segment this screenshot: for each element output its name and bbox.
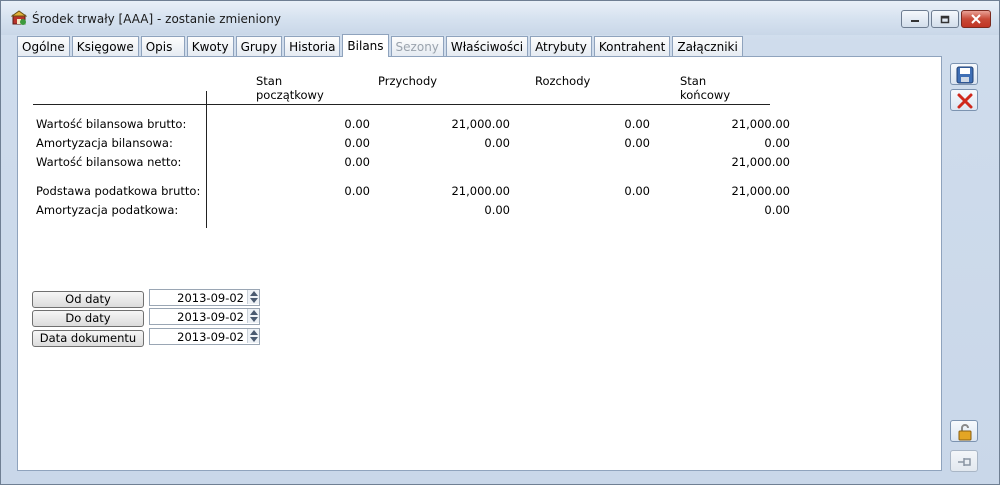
- value-depr-end: 0.00: [764, 136, 790, 150]
- od-daty-spinner[interactable]: [247, 290, 259, 305]
- pin-button[interactable]: [950, 450, 978, 472]
- padlock-icon: [958, 424, 972, 441]
- title-bar[interactable]: Środek trwały [AAA] - zostanie zmieniony: [1, 1, 999, 35]
- column-header-start: Stan początkowy: [256, 74, 324, 102]
- do-daty-field[interactable]: [149, 308, 260, 325]
- column-header-income: Przychody: [378, 74, 438, 88]
- tab-wlasciwosci[interactable]: Właściwości: [445, 36, 529, 56]
- value-depr-income: 0.00: [484, 136, 510, 150]
- bilans-panel: Stan początkowy Przychody Rozchody Stan …: [17, 56, 942, 471]
- do-daty-button[interactable]: Do daty: [32, 310, 144, 327]
- row-label-gross-balance: Wartość bilansowa brutto:: [36, 117, 187, 131]
- spin-up-icon[interactable]: [247, 309, 259, 316]
- value-taxbase-end: 21,000.00: [731, 184, 790, 198]
- tab-opis[interactable]: Opis: [140, 36, 185, 56]
- minimize-button[interactable]: [901, 10, 929, 28]
- close-icon: [971, 14, 981, 24]
- fixed-asset-window: Środek trwały [AAA] - zostanie zmieniony…: [0, 0, 1000, 485]
- spin-down-icon[interactable]: [247, 297, 259, 304]
- tab-kwoty[interactable]: Kwoty: [186, 36, 234, 56]
- value-gross-income: 21,000.00: [451, 117, 510, 131]
- tab-ksiegowe[interactable]: Księgowe: [71, 36, 139, 56]
- data-dokumentu-input[interactable]: [150, 329, 246, 344]
- cancel-button[interactable]: [950, 89, 978, 111]
- cancel-icon: [957, 93, 973, 109]
- spin-up-icon[interactable]: [247, 290, 259, 297]
- value-taxdepr-income: 0.00: [484, 203, 510, 217]
- save-icon: [956, 66, 974, 84]
- tab-atrybuty[interactable]: Atrybuty: [530, 36, 592, 56]
- tab-bilans[interactable]: Bilans: [342, 34, 389, 57]
- value-taxbase-start: 0.00: [344, 184, 370, 198]
- header-divider: [33, 104, 770, 105]
- tab-kontrahent[interactable]: Kontrahent: [593, 36, 671, 56]
- pin-icon: [958, 458, 971, 466]
- do-daty-input[interactable]: [150, 309, 246, 324]
- data-dokumentu-field[interactable]: [149, 328, 260, 345]
- maximize-button[interactable]: [931, 10, 959, 28]
- fixed-asset-app-icon: [11, 10, 27, 25]
- value-net-end: 21,000.00: [731, 155, 790, 169]
- value-taxbase-income: 21,000.00: [451, 184, 510, 198]
- od-daty-input[interactable]: [150, 290, 246, 305]
- tab-ogolne[interactable]: Ogólne: [17, 36, 70, 56]
- lock-button[interactable]: [950, 420, 978, 442]
- column-header-end: Stan końcowy: [680, 74, 731, 102]
- restore-icon: [940, 15, 950, 23]
- od-daty-field[interactable]: [149, 289, 260, 306]
- spin-up-icon[interactable]: [247, 329, 259, 336]
- do-daty-spinner[interactable]: [247, 309, 259, 324]
- value-gross-start: 0.00: [344, 117, 370, 131]
- column-header-outflow: Rozchody: [535, 74, 591, 88]
- value-net-start: 0.00: [344, 155, 370, 169]
- minimize-icon: [911, 20, 919, 22]
- tab-sezony: Sezony: [390, 36, 444, 56]
- value-gross-outflow: 0.00: [624, 117, 650, 131]
- data-dokumentu-button[interactable]: Data dokumentu: [32, 330, 144, 347]
- value-taxbase-outflow: 0.00: [624, 184, 650, 198]
- close-window-button[interactable]: [961, 10, 991, 28]
- column-divider: [206, 91, 207, 228]
- tab-strip: Ogólne Księgowe Opis Kwoty Grupy Histori…: [17, 34, 745, 57]
- value-gross-end: 21,000.00: [731, 117, 790, 131]
- value-depr-outflow: 0.00: [624, 136, 650, 150]
- tab-grupy[interactable]: Grupy: [235, 36, 283, 56]
- tab-historia[interactable]: Historia: [284, 36, 341, 56]
- data-dokumentu-spinner[interactable]: [247, 329, 259, 344]
- value-taxdepr-end: 0.00: [764, 203, 790, 217]
- spin-down-icon[interactable]: [247, 316, 259, 323]
- row-label-balance-depreciation: Amortyzacja bilansowa:: [36, 136, 173, 150]
- row-label-tax-depreciation: Amortyzacja podatkowa:: [36, 203, 179, 217]
- spin-down-icon[interactable]: [247, 336, 259, 343]
- window-title: Środek trwały [AAA] - zostanie zmieniony: [32, 12, 281, 26]
- od-daty-button[interactable]: Od daty: [32, 291, 144, 308]
- value-depr-start: 0.00: [344, 136, 370, 150]
- row-label-tax-base-gross: Podstawa podatkowa brutto:: [36, 184, 201, 198]
- tab-zalaczniki[interactable]: Załączniki: [672, 36, 743, 56]
- save-button[interactable]: [950, 63, 978, 85]
- row-label-net-balance: Wartość bilansowa netto:: [36, 155, 182, 169]
